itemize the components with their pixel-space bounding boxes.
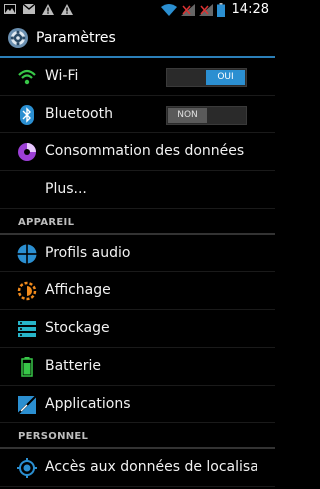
- data-usage-label: Consommation des données: [45, 143, 245, 160]
- settings-icon[interactable]: [7, 27, 29, 49]
- battery-label: Batterie: [45, 357, 102, 374]
- image-icon: [4, 4, 16, 14]
- storage-label: Stockage: [45, 320, 110, 337]
- warning-icon: [61, 3, 73, 15]
- section-title: PERSONNEL: [18, 431, 89, 443]
- warning-icon: [42, 3, 54, 15]
- data-usage-icon: [18, 143, 36, 162]
- battery-icon: [216, 3, 225, 17]
- signal-icon: [198, 4, 213, 16]
- audio-profiles-label: Profils audio: [45, 244, 131, 261]
- wifi-toggle-label: OUI: [206, 70, 245, 85]
- more-label: Plus...: [45, 181, 87, 198]
- audio-profiles-row[interactable]: Profils audio: [0, 235, 275, 273]
- storage-icon: [18, 321, 36, 338]
- wifi-icon: [18, 69, 36, 85]
- more-row[interactable]: Plus...: [0, 171, 275, 209]
- applications-icon: [17, 394, 37, 415]
- display-icon: [17, 282, 37, 301]
- location-label: Accès aux données de localisation: [45, 459, 257, 476]
- gmail-icon: [23, 4, 35, 14]
- wifi-toggle[interactable]: OUI: [166, 68, 247, 87]
- section-header-personal: PERSONNEL: [0, 423, 275, 450]
- battery-row[interactable]: Batterie: [0, 348, 275, 386]
- status-bar: 14:28: [0, 0, 275, 20]
- bluetooth-toggle-label: NON: [168, 107, 207, 123]
- bluetooth-label: Bluetooth: [45, 105, 113, 122]
- storage-row[interactable]: Stockage: [0, 310, 275, 348]
- bluetooth-icon: [20, 104, 34, 125]
- settings-list: Wi-Fi OUI Bluetooth NON Consommation des…: [0, 58, 275, 487]
- wifi-icon: [160, 4, 177, 16]
- display-label: Affichage: [45, 282, 111, 299]
- location-icon: [17, 458, 37, 479]
- page-title: Paramètres: [36, 30, 116, 46]
- battery-icon: [21, 356, 33, 377]
- location-row[interactable]: Accès aux données de localisation: [0, 449, 275, 487]
- applications-label: Applications: [45, 395, 131, 412]
- data-usage-row[interactable]: Consommation des données: [0, 133, 275, 172]
- signal-icon: [180, 4, 195, 16]
- section-title: APPAREIL: [18, 216, 75, 228]
- wifi-row[interactable]: Wi-Fi OUI: [0, 58, 275, 96]
- applications-row[interactable]: Applications: [0, 386, 275, 424]
- display-row[interactable]: Affichage: [0, 272, 275, 311]
- action-bar: Paramètres: [0, 20, 275, 58]
- section-header-device: APPAREIL: [0, 209, 275, 235]
- bluetooth-toggle[interactable]: NON: [166, 105, 247, 125]
- wifi-label: Wi-Fi: [45, 68, 79, 84]
- audio-profiles-icon: [17, 243, 37, 264]
- clock: 14:28: [231, 2, 269, 17]
- bluetooth-row[interactable]: Bluetooth NON: [0, 96, 275, 134]
